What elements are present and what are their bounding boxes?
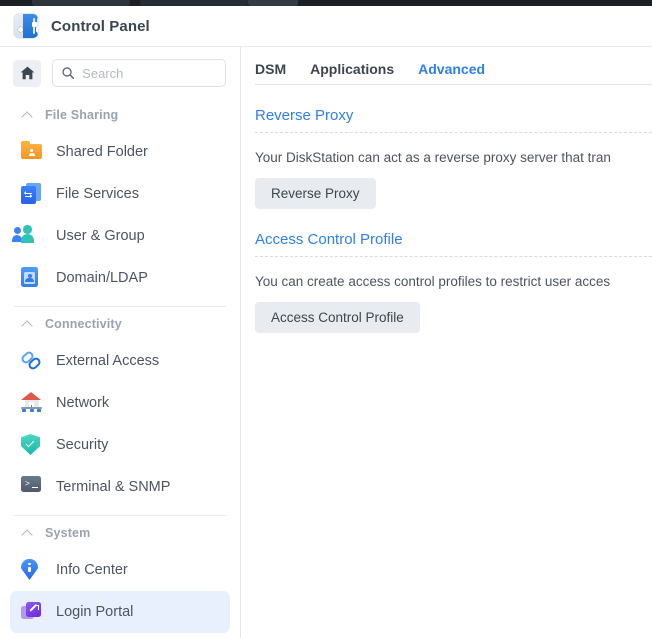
home-icon xyxy=(20,66,34,80)
chevron-up-icon xyxy=(22,530,33,537)
domain-ldap-icon xyxy=(21,267,43,289)
reverse-proxy-button[interactable]: Reverse Proxy xyxy=(255,178,376,209)
sidebar-section-system: System Info Center Login Portal xyxy=(0,515,240,633)
sidebar-item-label: File Services xyxy=(56,186,139,202)
advanced-panel: Reverse Proxy Your DiskStation can act a… xyxy=(241,85,652,333)
sidebar-item-label: Security xyxy=(56,437,109,453)
sidebar-item-domain-ldap[interactable]: Domain/LDAP xyxy=(10,257,230,299)
external-access-icon xyxy=(19,349,43,372)
sidebar-section-connectivity: Connectivity External Access Network Sec… xyxy=(0,306,240,508)
sidebar-item-label: Network xyxy=(56,395,110,411)
sidebar-item-label: Shared Folder xyxy=(56,144,148,160)
chevron-up-notch-icon xyxy=(419,83,423,85)
sidebar-item-login-portal[interactable]: Login Portal xyxy=(10,591,230,633)
main-content: DSM Applications Advanced Reverse Proxy … xyxy=(241,47,652,638)
sidebar-item-label: Info Center xyxy=(56,562,128,578)
chevron-up-icon xyxy=(22,112,33,119)
tab-applications[interactable]: Applications xyxy=(310,61,394,84)
sidebar-item-security[interactable]: Security xyxy=(10,424,230,466)
home-button[interactable] xyxy=(13,59,41,87)
access-control-profile-button[interactable]: Access Control Profile xyxy=(255,302,420,333)
login-portal-icon xyxy=(21,601,43,623)
sidebar-item-label: User & Group xyxy=(56,228,145,244)
section-title: Reverse Proxy xyxy=(255,107,354,124)
sidebar-search-row xyxy=(0,47,240,98)
section-description: Your DiskStation can act as a reverse pr… xyxy=(255,150,611,165)
control-panel-window: Control Panel Search File Sharing Shared… xyxy=(0,6,652,638)
terminal-icon: > xyxy=(21,476,43,498)
control-panel-sliders-icon xyxy=(14,14,38,38)
active-tab-notch xyxy=(412,78,430,85)
tab-underline xyxy=(255,83,652,85)
section-title: Access Control Profile xyxy=(255,231,403,248)
sidebar-item-info-center[interactable]: Info Center xyxy=(10,549,230,591)
sidebar-item-label: Terminal & SNMP xyxy=(56,479,171,495)
sidebar-section-header-file-sharing[interactable]: File Sharing xyxy=(0,98,240,131)
sidebar-item-label: Login Portal xyxy=(56,604,134,620)
sidebar-section-label: File Sharing xyxy=(45,108,119,122)
sidebar-section-label: Connectivity xyxy=(45,317,122,331)
network-house-icon xyxy=(21,392,43,414)
tab-dsm[interactable]: DSM xyxy=(255,61,286,84)
search-box[interactable] xyxy=(52,59,226,87)
sidebar-section-header-connectivity[interactable]: Connectivity xyxy=(0,307,240,340)
sidebar-item-user-group[interactable]: User & Group xyxy=(10,215,230,257)
sidebar-section-header-system[interactable]: System xyxy=(0,516,240,549)
sidebar-section-file-sharing: File Sharing Shared Folder File Services… xyxy=(0,98,240,299)
tab-bar: DSM Applications Advanced xyxy=(241,47,652,84)
sidebar-item-label: External Access xyxy=(56,353,160,369)
security-shield-icon xyxy=(21,434,43,456)
window-titlebar: Control Panel xyxy=(0,6,652,47)
reverse-proxy-section: Reverse Proxy Your DiskStation can act a… xyxy=(255,85,652,209)
sidebar-section-label: System xyxy=(45,526,91,540)
chevron-up-icon xyxy=(22,321,33,328)
access-control-profile-section: Access Control Profile You can create ac… xyxy=(255,209,652,333)
sidebar-item-terminal-snmp[interactable]: > Terminal & SNMP xyxy=(10,466,230,508)
search-input[interactable] xyxy=(82,65,216,81)
search-icon xyxy=(62,67,75,80)
sidebar-item-external-access[interactable]: External Access xyxy=(10,340,230,382)
sidebar-item-network[interactable]: Network xyxy=(10,382,230,424)
sidebar-item-label: Domain/LDAP xyxy=(56,270,148,286)
user-group-icon xyxy=(11,225,43,247)
sidebar: File Sharing Shared Folder Fi xyxy=(0,47,241,638)
sidebar-item-file-services[interactable]: File Services xyxy=(10,173,230,215)
info-center-icon xyxy=(21,559,43,581)
page-title: Control Panel xyxy=(51,17,150,35)
shared-folder-icon xyxy=(21,141,43,163)
sidebar-item-shared-folder[interactable]: Shared Folder xyxy=(10,131,230,173)
section-description: You can create access control profiles t… xyxy=(255,274,611,289)
file-services-icon xyxy=(21,183,43,205)
